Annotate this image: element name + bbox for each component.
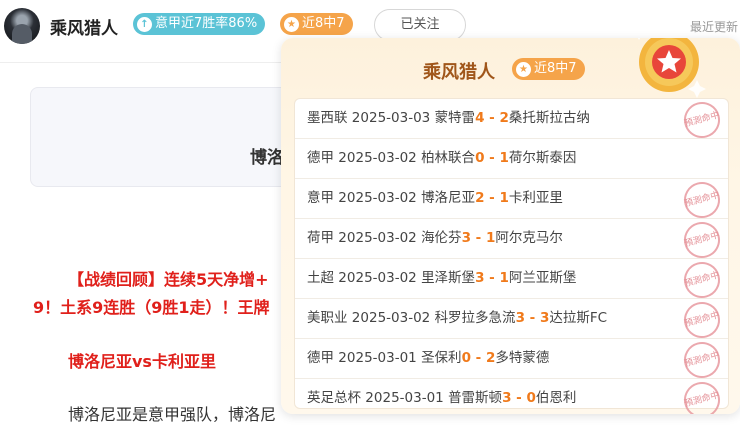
win-rate-badge: ↑ 意甲近7胜率86% [133,13,266,35]
avatar[interactable] [4,8,40,44]
hit-stamp: 預測命中 [679,377,725,414]
recent-update-link[interactable]: 最近更新 [690,18,738,35]
match-row[interactable]: 土超 2025-03-02 里泽斯堡3 - 1阿兰亚斯堡 預測命中 [295,257,728,303]
match-row[interactable]: 英足总杯 2025-03-01 普雷斯顿3 - 0伯恩利 預測命中 [295,377,728,414]
match-row[interactable]: 德甲 2025-03-01 圣保利0 - 2多特蒙德 預測命中 [295,337,728,383]
hit-stamp: 預測命中 [679,177,725,223]
match-row[interactable]: 美职业 2025-03-02 科罗拉多急流3 - 3达拉斯FC 預測命中 [295,297,728,343]
article-match-heading: 博洛尼亚vs卡利亚里 [68,352,216,371]
article-paragraph-3: 博洛尼亚是意甲强队，博洛尼 [68,405,277,424]
follow-button[interactable]: 已关注 [374,9,466,41]
article-paragraph-2: 9！土系9连胜（9胜1走）！王牌 [33,298,270,317]
hit-stamp: 預測命中 [679,297,725,343]
star-icon: ★ [516,61,531,77]
hit-stamp: 預測命中 [679,257,725,303]
hit-stamp: 預測命中 [679,217,725,263]
popup-title: 乘风猎人 [423,62,495,83]
medal-icon [638,38,706,98]
article-paragraph-1: 【战绩回顾】连续5天净增+ [68,270,269,289]
hit-stamp: 預測命中 [679,337,725,383]
match-row[interactable]: 意甲 2025-03-02 博洛尼亚2 - 1卡利亚里 預測命中 [295,177,728,223]
record-popup: 乘风猎人 ★ 近8中7 墨西联 2025-03-03 蒙特雷4 - 2桑托斯拉古… [281,38,740,414]
hit-stamp: 預測命中 [679,97,725,143]
match-row[interactable]: 德甲 2025-03-02 柏林联合0 - 1荷尔斯泰因 [295,139,728,179]
streak-badge[interactable]: ★ 近8中7 [280,13,353,35]
article-card-title: 博洛 [250,148,284,168]
win-rate-text: 意甲近7胜率86% [155,16,258,31]
match-row[interactable]: 墨西联 2025-03-03 蒙特雷4 - 2桑托斯拉古纳 預測命中 [295,97,728,143]
star-icon: ★ [284,16,299,32]
match-list: 墨西联 2025-03-03 蒙特雷4 - 2桑托斯拉古纳 預測命中 德甲 20… [294,97,729,414]
streak-text: 近8中7 [302,16,345,31]
popup-streak-badge: ★ 近8中7 [512,58,585,80]
arrow-up-icon: ↑ [137,16,152,32]
match-row[interactable]: 荷甲 2025-03-02 海伦芬3 - 1阿尔克马尔 預測命中 [295,217,728,263]
popup-streak-text: 近8中7 [534,61,577,76]
author-name[interactable]: 乘风猎人 [50,14,118,39]
